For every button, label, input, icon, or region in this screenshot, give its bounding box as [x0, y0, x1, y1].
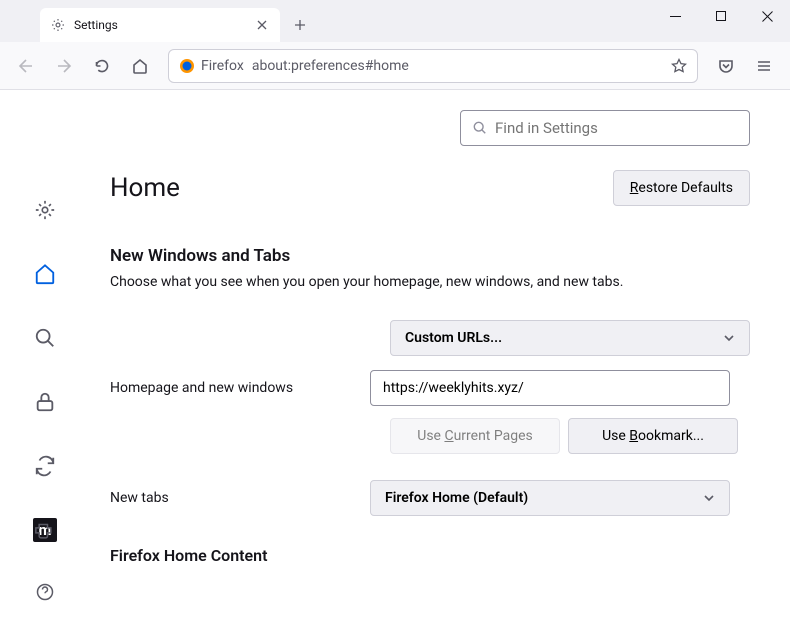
- bookmark-star-icon[interactable]: [671, 58, 687, 74]
- section-title-2: Firefox Home Content: [110, 546, 750, 565]
- select-label: Custom URLs...: [405, 330, 502, 346]
- browser-tab[interactable]: Settings: [40, 8, 280, 42]
- main-area: m Home Restore Defaults New Wind: [0, 90, 790, 632]
- sidebar-item-help[interactable]: [25, 572, 65, 612]
- section-desc: Choose what you see when you open your h…: [110, 274, 750, 290]
- chevron-down-icon: [703, 492, 715, 504]
- minimize-button[interactable]: [652, 0, 698, 32]
- close-icon[interactable]: [254, 17, 270, 33]
- use-bookmark-button[interactable]: Use Bookmark...: [568, 418, 738, 454]
- new-tab-button[interactable]: [286, 11, 314, 39]
- tab-title: Settings: [74, 18, 246, 32]
- identity-label: Firefox: [201, 58, 244, 74]
- home-button[interactable]: [124, 50, 156, 82]
- close-window-button[interactable]: [744, 0, 790, 32]
- toolbar: Firefox about:preferences#home: [0, 42, 790, 90]
- select-label: Firefox Home (Default): [385, 490, 528, 506]
- homepage-url-input[interactable]: [370, 370, 730, 406]
- window-controls: [652, 0, 790, 42]
- newtabs-label: New tabs: [110, 490, 370, 506]
- sidebar-item-general[interactable]: [25, 190, 65, 230]
- back-button[interactable]: [10, 50, 42, 82]
- search-icon: [473, 121, 487, 135]
- content-area: Home Restore Defaults New Windows and Ta…: [90, 90, 790, 632]
- gear-icon: [50, 17, 66, 33]
- sidebar-item-sync[interactable]: [25, 446, 65, 486]
- homepage-mode-select[interactable]: Custom URLs...: [390, 320, 750, 356]
- search-settings-input[interactable]: [495, 119, 737, 137]
- pocket-button[interactable]: [710, 50, 742, 82]
- sidebar-item-search[interactable]: [25, 318, 65, 358]
- url-bar[interactable]: Firefox about:preferences#home: [168, 49, 698, 83]
- homepage-label: Homepage and new windows: [110, 380, 370, 396]
- url-text: about:preferences#home: [252, 58, 409, 74]
- forward-button[interactable]: [48, 50, 80, 82]
- sidebar-item-home[interactable]: [25, 254, 65, 294]
- sidebar-item-privacy[interactable]: [25, 382, 65, 422]
- identity-box: Firefox: [179, 58, 244, 74]
- restore-defaults-button[interactable]: Restore Defaults: [613, 170, 750, 206]
- search-settings-box[interactable]: [460, 110, 750, 146]
- firefox-icon: [179, 58, 195, 74]
- newtabs-select[interactable]: Firefox Home (Default): [370, 480, 730, 516]
- maximize-button[interactable]: [698, 0, 744, 32]
- sidebar-item-extensions[interactable]: [25, 512, 65, 552]
- page-title: Home: [110, 173, 180, 203]
- reload-button[interactable]: [86, 50, 118, 82]
- section-title: New Windows and Tabs: [110, 246, 750, 266]
- menu-button[interactable]: [748, 50, 780, 82]
- chevron-down-icon: [723, 332, 735, 344]
- use-current-pages-button: Use Current Pages: [390, 418, 560, 454]
- titlebar: Settings: [0, 0, 790, 42]
- sidebar: m: [0, 90, 90, 632]
